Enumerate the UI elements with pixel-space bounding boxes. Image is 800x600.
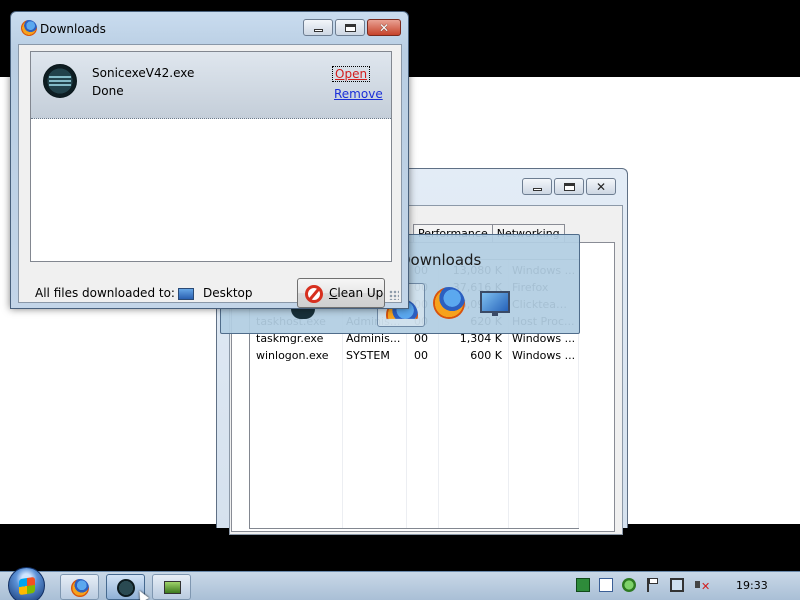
badge-detail (49, 76, 71, 86)
close-button[interactable]: ✕ (367, 19, 401, 36)
taskbar: ✕ 19:33 (0, 567, 800, 600)
task-manager-caption-buttons: ✕ (522, 178, 616, 195)
clean-up-button[interactable]: Clean Up (297, 278, 385, 308)
taskbar-task-manager-button[interactable] (152, 574, 191, 600)
sonic-app-icon (43, 64, 77, 98)
minimize-icon (532, 188, 542, 191)
task-manager-close-button[interactable]: ✕ (586, 178, 616, 195)
volume-muted-icon[interactable]: ✕ (695, 578, 711, 593)
tray-app-icon[interactable] (576, 578, 590, 592)
alt-tab-title: Downloads (399, 251, 482, 269)
firefox-icon (71, 579, 89, 597)
process-description: Windows ... (512, 349, 576, 362)
table-row[interactable]: winlogon.exe SYSTEM 00 600 K Windows ... (250, 347, 580, 364)
sonic-app-icon[interactable] (291, 309, 315, 319)
process-user: SYSTEM (346, 349, 390, 362)
downloads-caption-buttons: ✕ (303, 19, 401, 36)
maximize-icon (563, 182, 575, 191)
close-icon: ✕ (595, 179, 607, 194)
maximize-icon (344, 23, 356, 32)
task-manager-maximize-button[interactable] (554, 178, 584, 195)
start-button[interactable] (8, 567, 45, 600)
window-title: Downloads (40, 22, 106, 36)
resize-grip[interactable] (389, 290, 399, 300)
mute-x-glyph: ✕ (701, 580, 711, 593)
process-name: winlogon.exe (256, 349, 329, 362)
minimize-button[interactable] (303, 19, 333, 36)
tray-document-icon[interactable] (599, 578, 613, 592)
sonic-app-icon (117, 579, 135, 597)
tray-security-icon[interactable] (622, 578, 636, 592)
task-manager-minimize-button[interactable] (522, 178, 552, 195)
speaker-glyph (695, 581, 700, 588)
open-link[interactable]: Open (331, 66, 371, 82)
clean-up-label: Clean Up (329, 286, 384, 300)
firefox-icon (21, 20, 37, 36)
flag-icon[interactable] (647, 578, 661, 592)
download-status: Done (92, 84, 124, 98)
downloads-window[interactable]: Downloads ✕ SonicexeV42.exe Done Open Re… (10, 11, 409, 309)
desktop-folder-icon (178, 288, 194, 300)
firefox-icon[interactable] (433, 287, 465, 319)
task-manager-icon (164, 581, 181, 594)
system-clock[interactable]: 19:33 (736, 579, 768, 592)
download-filename: SonicexeV42.exe (92, 66, 195, 80)
minimize-icon (313, 29, 323, 32)
downloads-list[interactable]: SonicexeV42.exe Done Open Remove (30, 51, 392, 262)
process-cpu: 00 (414, 349, 428, 362)
download-folder-name[interactable]: Desktop (203, 286, 253, 300)
network-icon[interactable] (670, 578, 684, 592)
download-location-label: All files downloaded to: (35, 286, 175, 300)
remove-link[interactable]: Remove (334, 87, 383, 101)
taskbar-firefox-button[interactable] (60, 574, 99, 600)
download-item[interactable]: SonicexeV42.exe Done Open Remove (31, 52, 391, 119)
windows-logo-icon (19, 576, 35, 596)
flag-icon-cloth (649, 578, 658, 584)
process-memory: 600 K (470, 349, 502, 362)
no-entry-icon (305, 285, 323, 303)
close-icon: ✕ (378, 20, 390, 35)
downloads-body: SonicexeV42.exe Done Open Remove All fil… (18, 44, 402, 308)
maximize-button[interactable] (335, 19, 365, 36)
desktop-icon[interactable] (480, 291, 510, 316)
